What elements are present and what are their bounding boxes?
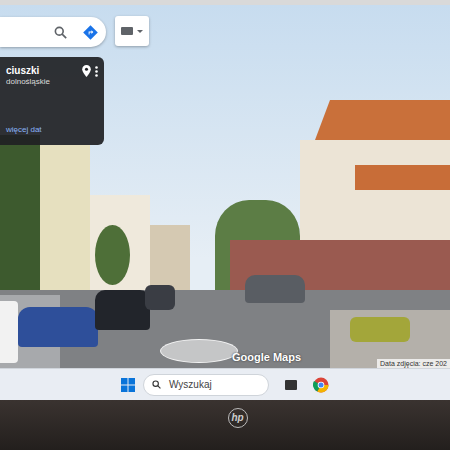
place-card: ciuszki dolnośląskie więcej dat (0, 57, 104, 145)
place-region: dolnośląskie (6, 77, 50, 87)
hp-logo-text: hp (231, 413, 243, 423)
pin-icon[interactable] (82, 65, 91, 77)
taskbar-search-text: Wyszukaj (169, 377, 212, 392)
hp-logo: hp (228, 408, 248, 428)
search-bar[interactable] (0, 17, 106, 47)
place-title: ciuszki (6, 65, 50, 77)
screen-icon (121, 27, 133, 35)
photo-date: Data zdjęcia: cze 202 (377, 359, 450, 368)
search-icon (152, 380, 161, 389)
view-button[interactable] (115, 16, 149, 46)
navigation-ring[interactable] (160, 339, 238, 363)
browser-icon[interactable] (313, 377, 329, 393)
directions-icon[interactable] (83, 25, 98, 40)
side-control[interactable] (0, 301, 18, 363)
screen: ciuszki dolnośląskie więcej dat Google M… (0, 5, 450, 400)
laptop-bezel: hp (0, 400, 450, 450)
more-icon[interactable] (95, 66, 98, 77)
taskbar-search[interactable]: Wyszukaj (143, 374, 269, 396)
windows-icon[interactable] (121, 378, 135, 392)
taskbar: Wyszukaj (0, 368, 450, 400)
google-maps-watermark: Google Maps (232, 349, 301, 366)
dropdown-icon (137, 30, 143, 33)
more-dates-link[interactable]: więcej dat (6, 125, 42, 134)
street-view[interactable]: ciuszki dolnośląskie więcej dat Google M… (0, 5, 450, 368)
photo-of-laptop: ciuszki dolnośląskie więcej dat Google M… (0, 0, 450, 450)
search-icon[interactable] (54, 26, 67, 39)
task-view-icon[interactable] (285, 380, 297, 390)
